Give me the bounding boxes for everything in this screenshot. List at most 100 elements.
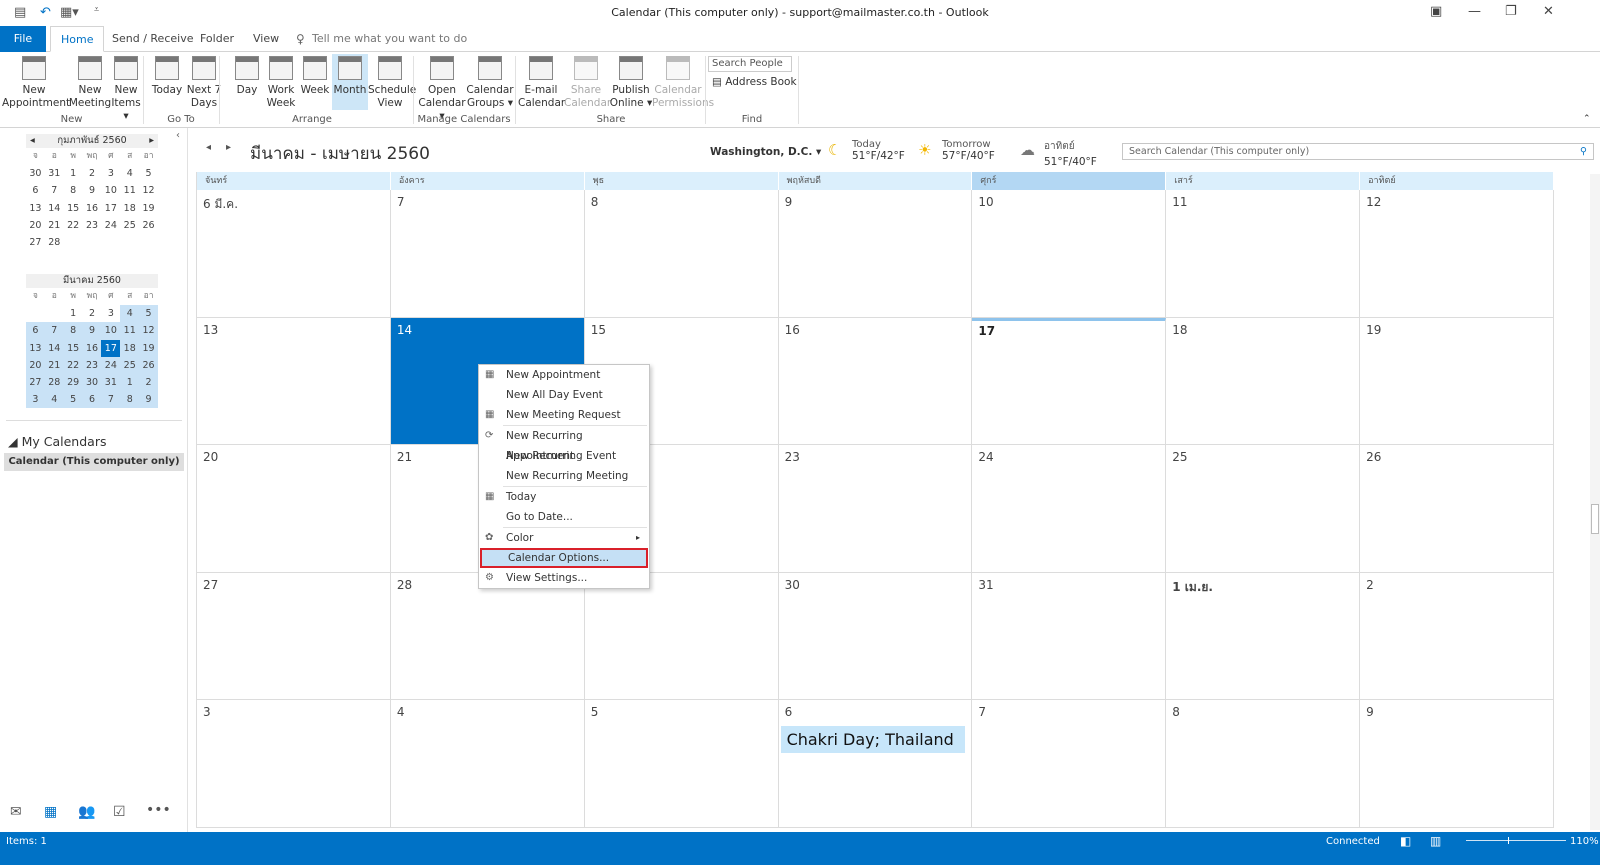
mini-calendar-date[interactable]: 9	[139, 391, 158, 409]
close-icon[interactable]: ✕	[1543, 4, 1554, 19]
people-icon[interactable]: 👥	[78, 804, 95, 820]
week-button[interactable]: Week	[300, 54, 330, 110]
tab-view[interactable]: View	[243, 26, 289, 52]
mini-calendar-date[interactable]: 30	[26, 165, 45, 182]
day-cell[interactable]: 4	[390, 700, 585, 828]
next-7-days-button[interactable]: Next 7 Days	[186, 54, 222, 110]
day-cell[interactable]: 6 มี.ค.	[197, 190, 391, 318]
mini-calendar-date[interactable]: 2	[83, 305, 102, 322]
menu-item-new-recurring-event[interactable]: New Recurring Event	[480, 446, 648, 466]
mini-calendar-date[interactable]: 23	[83, 217, 102, 234]
menu-item-today[interactable]: ▦ Today	[480, 487, 648, 507]
day-button[interactable]: Day	[232, 54, 262, 110]
mini-calendar-date[interactable]: 17	[101, 339, 121, 357]
mini-calendar-date[interactable]: 10	[101, 322, 121, 340]
menu-item-calendar-options[interactable]: Calendar Options...	[480, 548, 648, 568]
day-cell[interactable]: 19	[1360, 317, 1554, 446]
location-dropdown[interactable]: Washington, D.C. ▾	[710, 146, 821, 158]
day-cell[interactable]: 28	[390, 572, 585, 701]
day-cell[interactable]: 20	[197, 445, 391, 573]
day-cell[interactable]: 9	[778, 190, 973, 318]
prev-range-icon[interactable]: ◂	[206, 142, 211, 153]
tell-me-input[interactable]: Tell me what you want to do	[302, 26, 477, 52]
reading-view-icon[interactable]: ▥	[1430, 834, 1441, 848]
mini-calendar-date[interactable]: 28	[45, 234, 64, 251]
day-cell[interactable]: 9	[1360, 700, 1554, 828]
publish-online-button[interactable]: Publish Online ▾	[608, 54, 654, 110]
mini-calendar-date[interactable]: 4	[120, 165, 139, 182]
next-month-icon[interactable]: ▸	[149, 134, 154, 148]
mini-calendar-date[interactable]: 8	[63, 322, 83, 340]
mini-calendar-date[interactable]: 18	[120, 339, 140, 357]
tab-send-receive[interactable]: Send / Receive	[102, 26, 203, 52]
mini-calendar-date[interactable]: 24	[101, 356, 121, 375]
mini-calendar-date[interactable]: 27	[26, 374, 45, 392]
prev-month-icon[interactable]: ◂	[30, 134, 35, 148]
day-cell[interactable]: 29	[584, 572, 779, 701]
mini-calendar-date[interactable]: 18	[120, 200, 139, 217]
mini-calendar-date[interactable]: 11	[120, 182, 139, 199]
mini-calendar-date[interactable]: 2	[83, 165, 102, 182]
day-cell[interactable]: 11	[1166, 190, 1361, 318]
schedule-view-button[interactable]: Schedule View	[368, 54, 416, 110]
mini-calendar-date[interactable]: 4	[120, 305, 140, 323]
day-cell[interactable]: 30	[778, 572, 973, 701]
mini-calendar-date[interactable]: 16	[83, 200, 102, 217]
new-appointment-button[interactable]: New Appointment	[2, 54, 70, 110]
mail-icon[interactable]: ✉	[10, 804, 22, 820]
weather-2[interactable]: ☁ อาทิตย์ 51°F/40°F	[1020, 139, 1097, 168]
day-cell[interactable]: 8	[1166, 700, 1361, 828]
share-calendar-button[interactable]: Share Calendar	[564, 54, 611, 110]
mini-calendar-date[interactable]: 2	[139, 374, 158, 392]
restore-icon[interactable]: ❐	[1505, 4, 1517, 19]
day-cell[interactable]: 7	[390, 190, 585, 318]
more-icon[interactable]: •••	[146, 802, 171, 818]
day-cell[interactable]: 26	[1360, 445, 1554, 573]
mini-calendar-date[interactable]: 31	[45, 165, 64, 182]
day-cell[interactable]: 27	[197, 572, 391, 701]
mini-calendar-date[interactable]: 20	[26, 356, 45, 375]
calendar-icon[interactable]: ▦	[44, 804, 57, 820]
day-cell[interactable]: 8	[584, 190, 779, 318]
mini-calendar-date[interactable]: 7	[101, 391, 121, 409]
search-icon[interactable]: ⚲	[1580, 144, 1587, 159]
mini-calendar-date[interactable]: 21	[45, 217, 64, 234]
new-meeting-button[interactable]: New Meeting	[68, 54, 112, 110]
mini-calendar-date[interactable]: 14	[45, 200, 64, 217]
mini-calendar-date[interactable]: 19	[139, 200, 158, 217]
mini-calendar-date[interactable]: 13	[26, 339, 45, 357]
mini-calendar-date[interactable]: 5	[139, 165, 158, 182]
open-calendar-button[interactable]: Open Calendar ▾	[418, 54, 466, 122]
mini-calendar-date[interactable]: 23	[82, 356, 102, 375]
mini-calendar-date[interactable]: 29	[63, 374, 83, 392]
mini-calendar-date[interactable]: 6	[26, 182, 45, 199]
search-calendar-input[interactable]: Search Calendar (This computer only) ⚲	[1122, 143, 1594, 160]
day-cell[interactable]: 16	[778, 317, 973, 446]
mini-calendar-date[interactable]: 13	[26, 200, 45, 217]
search-people-input[interactable]: Search People	[708, 56, 792, 72]
calendar-event[interactable]: Chakri Day; Thailand	[780, 726, 965, 754]
mini-calendar-date[interactable]: 17	[101, 200, 120, 217]
mini-calendar-date[interactable]: 1	[120, 374, 140, 392]
work-week-button[interactable]: Work Week	[264, 54, 298, 110]
month-button[interactable]: Month	[332, 54, 368, 110]
collapse-pane-icon[interactable]: ‹	[176, 130, 180, 141]
day-cell[interactable]: 1 เม.ย.	[1166, 572, 1361, 701]
day-cell[interactable]: 5	[584, 700, 779, 828]
day-cell[interactable]: 24	[972, 445, 1167, 573]
mini-calendar-date[interactable]: 11	[120, 322, 140, 340]
calendar-groups-button[interactable]: Calendar Groups ▾	[466, 54, 514, 110]
mini-calendar-date[interactable]: 20	[26, 217, 45, 234]
new-items-button[interactable]: New Items ▾	[108, 54, 144, 122]
mini-calendar-date[interactable]: 31	[101, 374, 121, 392]
mini-calendar-date[interactable]: 16	[82, 339, 102, 357]
mini-calendar-date[interactable]: 8	[64, 182, 83, 199]
menu-item-go-to-date[interactable]: Go to Date...	[480, 507, 648, 527]
day-cell[interactable]: 6 Chakri Day; Thailand	[778, 700, 973, 828]
mini-calendar-date[interactable]: 12	[139, 182, 158, 199]
zoom-slider[interactable]	[1466, 837, 1566, 844]
mini-calendar-date[interactable]: 9	[83, 182, 102, 199]
day-cell[interactable]: 10	[972, 190, 1167, 318]
tab-folder[interactable]: Folder	[190, 26, 244, 52]
menu-item-new-recurring-meeting[interactable]: New Recurring Meeting	[480, 466, 648, 486]
